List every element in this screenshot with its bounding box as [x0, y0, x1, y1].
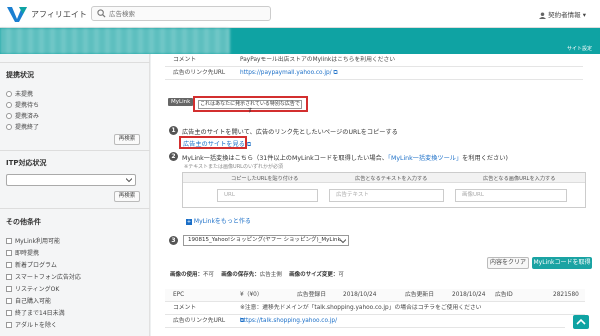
chevron-down-icon	[340, 239, 346, 244]
other-conditions-heading: その他条件	[6, 218, 41, 226]
col-text-header: 広告となるテキストを入力する	[355, 176, 428, 182]
col-image-header: 広告となる画像URLを入力する	[483, 176, 556, 182]
status-research-button[interactable]: 再検索	[114, 134, 140, 145]
condition-listing[interactable]: リスティングOK	[6, 284, 59, 293]
add-more-mylink-link[interactable]: + MyLinkをもっと作る	[186, 216, 251, 225]
user-menu[interactable]: 契約者情報 ▾	[539, 9, 586, 19]
condition-ending-soon[interactable]: 終了まで14日未満	[6, 308, 65, 317]
brand-name: アフィリエイト	[31, 10, 87, 19]
brand-logo-icon[interactable]	[7, 5, 27, 23]
external-link-icon: ⧉	[333, 70, 338, 76]
itp-select[interactable]	[6, 174, 136, 186]
clear-button[interactable]: 内容をクリア	[487, 257, 529, 269]
divider	[0, 150, 150, 151]
checkbox[interactable]	[6, 298, 12, 304]
search-icon	[97, 9, 106, 18]
radio-icon[interactable]	[6, 91, 12, 97]
checkbox[interactable]	[6, 310, 12, 316]
chevron-down-icon	[126, 178, 132, 183]
step-1-number: 1	[169, 126, 178, 135]
radio-icon[interactable]	[6, 102, 12, 108]
condition-no-adult[interactable]: アダルトを除く	[6, 320, 57, 329]
condition-smartphone[interactable]: スマートフォン広告対応	[6, 272, 81, 281]
external-link-icon: ⧉	[246, 141, 252, 148]
search-input[interactable]	[109, 8, 264, 19]
advertiser-site-link[interactable]: 広告主のサイトを見る ⧉	[183, 139, 251, 149]
bulk-convert-tool-link[interactable]: 「MyLink一括変換ツール」	[388, 155, 462, 162]
chevron-down-icon: ▾	[582, 11, 586, 19]
bottom-comment-row: コメント ※注意：遷移先ドメインが「talk.shopping.yahoo.co…	[165, 302, 585, 315]
bottom-link-url[interactable]: https://talk.shopping.yahoo.co.jp/ ⧉	[240, 315, 337, 328]
step-2-text: MyLink一括変換はこちら（31件以上のMyLinkコードを取得したい場合、「…	[182, 155, 508, 162]
special-ad-button[interactable]: これはあなたに発示されている特別な広告です	[198, 100, 302, 114]
step-2-number: 2	[169, 152, 178, 161]
filter-sidebar: 提携状況 未提携 提携待ち 提携済み 提携終了 再検索 ITP対応状況 再検索 …	[0, 54, 150, 336]
comment-row: コメント PayPayモール出店ストアのMylinkはこちらを利用ください	[165, 54, 583, 67]
plus-icon: +	[186, 219, 192, 225]
mylink-badge: MyLink	[168, 98, 194, 106]
divider	[0, 208, 150, 209]
search-box[interactable]	[91, 6, 271, 21]
status-option-affiliated[interactable]: 提携済み	[6, 111, 39, 120]
scroll-to-top-button[interactable]	[573, 315, 589, 329]
link-url[interactable]: https://paypaymall.yahoo.co.jp/ ⧉	[240, 67, 338, 80]
user-label: 契約者情報	[548, 11, 581, 19]
required-note: ※テキストまたは画像URLのいずれかが必須	[184, 164, 283, 170]
condition-mylink[interactable]: MyLink利用可能	[6, 236, 60, 245]
col-url-header: コピーしたURLを貼り付ける	[231, 176, 299, 182]
status-option-unaffiliated[interactable]: 未提携	[6, 89, 33, 98]
condition-new[interactable]: 新着プログラム	[6, 260, 57, 269]
blurred-program-title	[0, 28, 230, 54]
get-mylink-code-button[interactable]: MyLinkコードを取得	[532, 257, 592, 269]
user-icon	[539, 11, 547, 19]
listing-status-heading: 提携状況	[6, 71, 34, 79]
ad-text-input[interactable]: 広告テキスト	[329, 189, 444, 202]
itp-research-button[interactable]: 再検索	[114, 191, 140, 202]
step-1-text: 広告主のサイトを開いて、広告のリンク先としたいページのURLをコピーする	[182, 129, 398, 136]
top-bar: アフィリエイト 契約者情報 ▾	[0, 0, 600, 28]
divider	[0, 62, 150, 63]
step-3-number: 3	[169, 236, 178, 245]
checkbox[interactable]	[6, 250, 12, 256]
status-option-ended[interactable]: 提携終了	[6, 122, 39, 131]
checkbox[interactable]	[6, 274, 12, 280]
checkbox[interactable]	[6, 322, 12, 328]
link-url-row: 広告のリンク先URL https://paypaymall.yahoo.co.j…	[165, 67, 583, 80]
url-input[interactable]: URL	[217, 189, 318, 202]
image-meta: 画像の使用：不可 画像の保存先：広告主側 画像のサイズ変更：可	[170, 272, 344, 278]
site-settings-link[interactable]: サイト設定	[567, 45, 592, 52]
itp-heading: ITP対応状況	[6, 159, 47, 167]
image-url-input[interactable]: 画像URL	[455, 189, 567, 202]
radio-icon[interactable]	[6, 124, 12, 130]
epc-row: EPC ¥（¥0） 広告登録日 2018/10/24 広告更新日 2018/10…	[165, 289, 585, 302]
radio-icon[interactable]	[6, 113, 12, 119]
condition-instant[interactable]: 即時提携	[6, 248, 39, 257]
mylink-form-table: コピーしたURLを貼り付ける 広告となるテキストを入力する 広告となる画像URL…	[182, 172, 586, 208]
condition-self-purchase[interactable]: 自己購入可能	[6, 296, 51, 305]
checkbox[interactable]	[6, 238, 12, 244]
status-option-pending[interactable]: 提携待ち	[6, 100, 39, 109]
checkbox[interactable]	[6, 286, 12, 292]
checkbox[interactable]	[6, 262, 12, 268]
bottom-url-row: 広告のリンク先URL https://talk.shopping.yahoo.c…	[165, 315, 565, 328]
chevron-up-icon	[576, 318, 586, 325]
program-select[interactable]: 190815_Yahoo!ショッピング(ヤフー ショッピング)_MyLink	[183, 235, 349, 246]
